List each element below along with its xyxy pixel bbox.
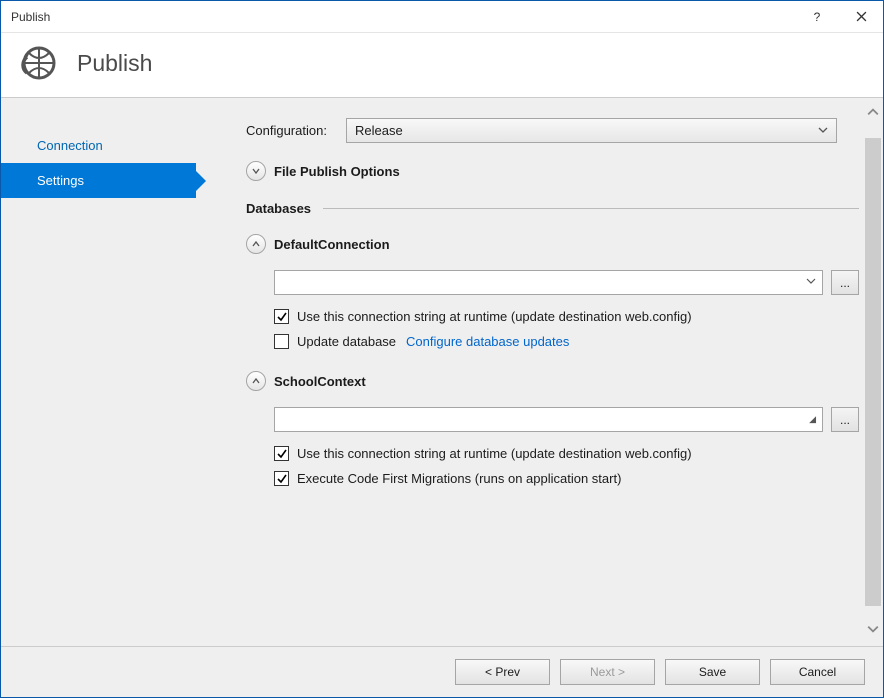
divider: [323, 208, 859, 209]
sidebar: Connection Settings: [1, 98, 196, 646]
school-use-conn-checkbox[interactable]: [274, 446, 289, 461]
chevron-up-icon: [251, 376, 261, 386]
default-use-conn-label: Use this connection string at runtime (u…: [297, 309, 692, 324]
school-migrate-label: Execute Code First Migrations (runs on a…: [297, 471, 621, 486]
default-update-db-row[interactable]: Update database Configure database updat…: [274, 334, 859, 349]
publish-icon: [19, 43, 59, 83]
prev-button[interactable]: < Prev: [455, 659, 550, 685]
chevron-down-icon: [818, 123, 828, 138]
chevron-up-icon: [251, 239, 261, 249]
defaultconnection-input[interactable]: [274, 270, 823, 295]
defaultconnection-string-row: ...: [274, 270, 859, 295]
schoolcontext-input[interactable]: ◢: [274, 407, 823, 432]
help-button[interactable]: ?: [795, 1, 839, 33]
header: Publish: [1, 33, 883, 98]
configuration-row: Configuration: Release: [246, 118, 859, 143]
school-migrate-checkbox[interactable]: [274, 471, 289, 486]
window-title: Publish: [11, 10, 795, 24]
school-use-conn-row[interactable]: Use this connection string at runtime (u…: [274, 446, 859, 461]
defaultconnection-title: DefaultConnection: [274, 237, 390, 252]
schoolcontext-block: SchoolContext ◢ ... Use this connection …: [246, 371, 859, 486]
databases-title: Databases: [246, 201, 311, 216]
footer: < Prev Next > Save Cancel: [1, 647, 883, 697]
configuration-dropdown[interactable]: Release: [346, 118, 837, 143]
scroll-down-icon[interactable]: [867, 623, 879, 638]
close-button[interactable]: [839, 1, 883, 33]
expand-toggle-expanded[interactable]: [246, 234, 266, 254]
scrollbar-track[interactable]: [865, 138, 881, 606]
close-icon: [856, 11, 867, 22]
dropdown-caret-icon: ◢: [809, 414, 816, 425]
titlebar: Publish ?: [1, 1, 883, 33]
configuration-value: Release: [355, 123, 403, 138]
expand-toggle-collapsed[interactable]: [246, 161, 266, 181]
cancel-button[interactable]: Cancel: [770, 659, 865, 685]
publish-dialog: Publish ? Publish Connection Settings: [0, 0, 884, 698]
help-icon: ?: [814, 10, 821, 24]
defaultconnection-header[interactable]: DefaultConnection: [246, 234, 859, 254]
default-update-db-label: Update database: [297, 334, 396, 349]
nav-settings[interactable]: Settings: [1, 163, 196, 198]
schoolcontext-browse-button[interactable]: ...: [831, 407, 859, 432]
databases-header: Databases: [246, 201, 859, 216]
default-use-conn-row[interactable]: Use this connection string at runtime (u…: [274, 309, 859, 324]
configure-db-updates-link[interactable]: Configure database updates: [406, 334, 569, 349]
defaultconnection-browse-button[interactable]: ...: [831, 270, 859, 295]
school-migrate-row[interactable]: Execute Code First Migrations (runs on a…: [274, 471, 859, 486]
chevron-down-icon: [806, 276, 816, 289]
schoolcontext-string-row: ◢ ...: [274, 407, 859, 432]
next-button: Next >: [560, 659, 655, 685]
file-publish-options-header[interactable]: File Publish Options: [246, 161, 859, 181]
scroll-up-icon[interactable]: [867, 106, 879, 121]
schoolcontext-header[interactable]: SchoolContext: [246, 371, 859, 391]
file-publish-options-title: File Publish Options: [274, 164, 400, 179]
default-use-conn-checkbox[interactable]: [274, 309, 289, 324]
save-button[interactable]: Save: [665, 659, 760, 685]
schoolcontext-title: SchoolContext: [274, 374, 366, 389]
default-update-db-checkbox[interactable]: [274, 334, 289, 349]
configuration-label: Configuration:: [246, 123, 346, 138]
defaultconnection-block: DefaultConnection ... Use this connectio…: [246, 234, 859, 349]
content-panel: Configuration: Release File Publish Opti…: [196, 98, 883, 646]
expand-toggle-expanded[interactable]: [246, 371, 266, 391]
chevron-down-icon: [251, 166, 261, 176]
nav-connection[interactable]: Connection: [1, 128, 196, 163]
school-use-conn-label: Use this connection string at runtime (u…: [297, 446, 692, 461]
body: Connection Settings Configuration: Relea…: [1, 98, 883, 647]
header-title: Publish: [77, 50, 152, 77]
